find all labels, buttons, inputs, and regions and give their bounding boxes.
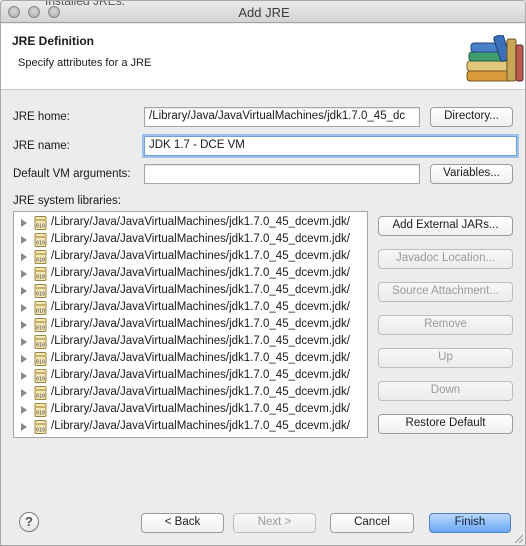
jre-name-label: JRE name: — [13, 140, 70, 152]
expand-triangle-icon[interactable] — [21, 372, 27, 380]
svg-text:010: 010 — [36, 326, 45, 332]
expand-triangle-icon[interactable] — [21, 270, 27, 278]
help-icon[interactable]: ? — [19, 512, 39, 532]
expand-triangle-icon[interactable] — [21, 236, 27, 244]
library-row[interactable]: 010/Library/Java/JavaVirtualMachines/jdk… — [14, 317, 367, 333]
expand-triangle-icon[interactable] — [21, 338, 27, 346]
library-path: /Library/Java/JavaVirtualMachines/jdk1.7… — [51, 233, 350, 245]
svg-text:010: 010 — [36, 360, 45, 366]
jar-file-icon: 010 — [34, 284, 47, 298]
jar-file-icon: 010 — [34, 267, 47, 281]
title-bar: Installed JREs: Add JRE — [1, 1, 525, 23]
library-path: /Library/Java/JavaVirtualMachines/jdk1.7… — [51, 301, 350, 313]
svg-text:010: 010 — [36, 377, 45, 383]
expand-triangle-icon[interactable] — [21, 253, 27, 261]
svg-text:010: 010 — [36, 275, 45, 281]
library-path: /Library/Java/JavaVirtualMachines/jdk1.7… — [51, 403, 350, 415]
expand-triangle-icon[interactable] — [21, 321, 27, 329]
library-row[interactable]: 010/Library/Java/JavaVirtualMachines/jdk… — [14, 385, 367, 401]
expand-triangle-icon[interactable] — [21, 406, 27, 414]
jar-file-icon: 010 — [34, 369, 47, 383]
expand-triangle-icon[interactable] — [21, 219, 27, 227]
expand-triangle-icon[interactable] — [21, 423, 27, 431]
svg-text:010: 010 — [36, 292, 45, 298]
library-row[interactable]: 010/Library/Java/JavaVirtualMachines/jdk… — [14, 249, 367, 265]
library-path: /Library/Java/JavaVirtualMachines/jdk1.7… — [51, 420, 350, 432]
library-path: /Library/Java/JavaVirtualMachines/jdk1.7… — [51, 318, 350, 330]
library-path: /Library/Java/JavaVirtualMachines/jdk1.7… — [51, 216, 350, 228]
remove-button[interactable]: Remove — [378, 315, 513, 335]
library-row[interactable]: 010/Library/Java/JavaVirtualMachines/jdk… — [14, 419, 367, 435]
restore-default-button[interactable]: Restore Default — [378, 414, 513, 434]
down-button[interactable]: Down — [378, 381, 513, 401]
jar-file-icon: 010 — [34, 318, 47, 332]
jar-file-icon: 010 — [34, 352, 47, 366]
javadoc-location-button[interactable]: Javadoc Location... — [378, 249, 513, 269]
library-row[interactable]: 010/Library/Java/JavaVirtualMachines/jdk… — [14, 300, 367, 316]
svg-text:010: 010 — [36, 224, 45, 230]
library-path: /Library/Java/JavaVirtualMachines/jdk1.7… — [51, 386, 350, 398]
page-title: JRE Definition — [12, 34, 95, 48]
expand-triangle-icon[interactable] — [21, 355, 27, 363]
svg-text:010: 010 — [36, 343, 45, 349]
library-row[interactable]: 010/Library/Java/JavaVirtualMachines/jdk… — [14, 232, 367, 248]
jar-file-icon: 010 — [34, 233, 47, 247]
jar-file-icon: 010 — [34, 386, 47, 400]
jar-file-icon: 010 — [34, 301, 47, 315]
jre-home-label: JRE home: — [13, 111, 70, 123]
finish-button[interactable]: Finish — [429, 513, 511, 533]
jar-file-icon: 010 — [34, 216, 47, 230]
jar-file-icon: 010 — [34, 335, 47, 349]
library-row[interactable]: 010/Library/Java/JavaVirtualMachines/jdk… — [14, 368, 367, 384]
cancel-button[interactable]: Cancel — [330, 513, 414, 533]
jar-file-icon: 010 — [34, 403, 47, 417]
source-attachment-button[interactable]: Source Attachment... — [378, 282, 513, 302]
wizard-header: JRE Definition Specify attributes for a … — [1, 24, 525, 90]
svg-text:010: 010 — [36, 428, 45, 434]
svg-text:010: 010 — [36, 309, 45, 315]
jar-file-icon: 010 — [34, 420, 47, 434]
expand-triangle-icon[interactable] — [21, 389, 27, 397]
vm-arguments-field[interactable] — [144, 164, 420, 184]
expand-triangle-icon[interactable] — [21, 304, 27, 312]
resize-grip-icon[interactable] — [513, 533, 523, 543]
svg-text:010: 010 — [36, 394, 45, 400]
library-row[interactable]: 010/Library/Java/JavaVirtualMachines/jdk… — [14, 351, 367, 367]
library-row[interactable]: 010/Library/Java/JavaVirtualMachines/jdk… — [14, 402, 367, 418]
jar-file-icon: 010 — [34, 250, 47, 264]
library-path: /Library/Java/JavaVirtualMachines/jdk1.7… — [51, 250, 350, 262]
directory-button[interactable]: Directory... — [430, 107, 513, 127]
jre-name-field[interactable]: JDK 1.7 - DCE VM — [144, 136, 517, 156]
add-external-jars-button[interactable]: Add External JARs... — [378, 216, 513, 236]
add-jre-dialog: Installed JREs: Add JRE JRE Definition S… — [0, 0, 526, 546]
up-button[interactable]: Up — [378, 348, 513, 368]
variables-button[interactable]: Variables... — [430, 164, 513, 184]
libraries-tree[interactable]: 010/Library/Java/JavaVirtualMachines/jdk… — [13, 211, 368, 438]
vm-arguments-label: Default VM arguments: — [13, 168, 131, 180]
libraries-label: JRE system libraries: — [13, 195, 121, 207]
next-button[interactable]: Next > — [233, 513, 316, 533]
expand-triangle-icon[interactable] — [21, 287, 27, 295]
library-path: /Library/Java/JavaVirtualMachines/jdk1.7… — [51, 335, 350, 347]
library-row[interactable]: 010/Library/Java/JavaVirtualMachines/jdk… — [14, 283, 367, 299]
library-path: /Library/Java/JavaVirtualMachines/jdk1.7… — [51, 284, 350, 296]
svg-text:010: 010 — [36, 411, 45, 417]
jre-home-field[interactable]: /Library/Java/JavaVirtualMachines/jdk1.7… — [144, 107, 420, 127]
books-icon — [466, 35, 524, 82]
library-path: /Library/Java/JavaVirtualMachines/jdk1.7… — [51, 369, 350, 381]
page-subtitle: Specify attributes for a JRE — [18, 57, 152, 69]
back-button[interactable]: < Back — [141, 513, 224, 533]
library-row[interactable]: 010/Library/Java/JavaVirtualMachines/jdk… — [14, 215, 367, 231]
svg-text:010: 010 — [36, 241, 45, 247]
library-row[interactable]: 010/Library/Java/JavaVirtualMachines/jdk… — [14, 334, 367, 350]
library-path: /Library/Java/JavaVirtualMachines/jdk1.7… — [51, 267, 350, 279]
svg-text:010: 010 — [36, 258, 45, 264]
library-path: /Library/Java/JavaVirtualMachines/jdk1.7… — [51, 352, 350, 364]
window-title: Add JRE — [238, 5, 290, 20]
library-row[interactable]: 010/Library/Java/JavaVirtualMachines/jdk… — [14, 266, 367, 282]
